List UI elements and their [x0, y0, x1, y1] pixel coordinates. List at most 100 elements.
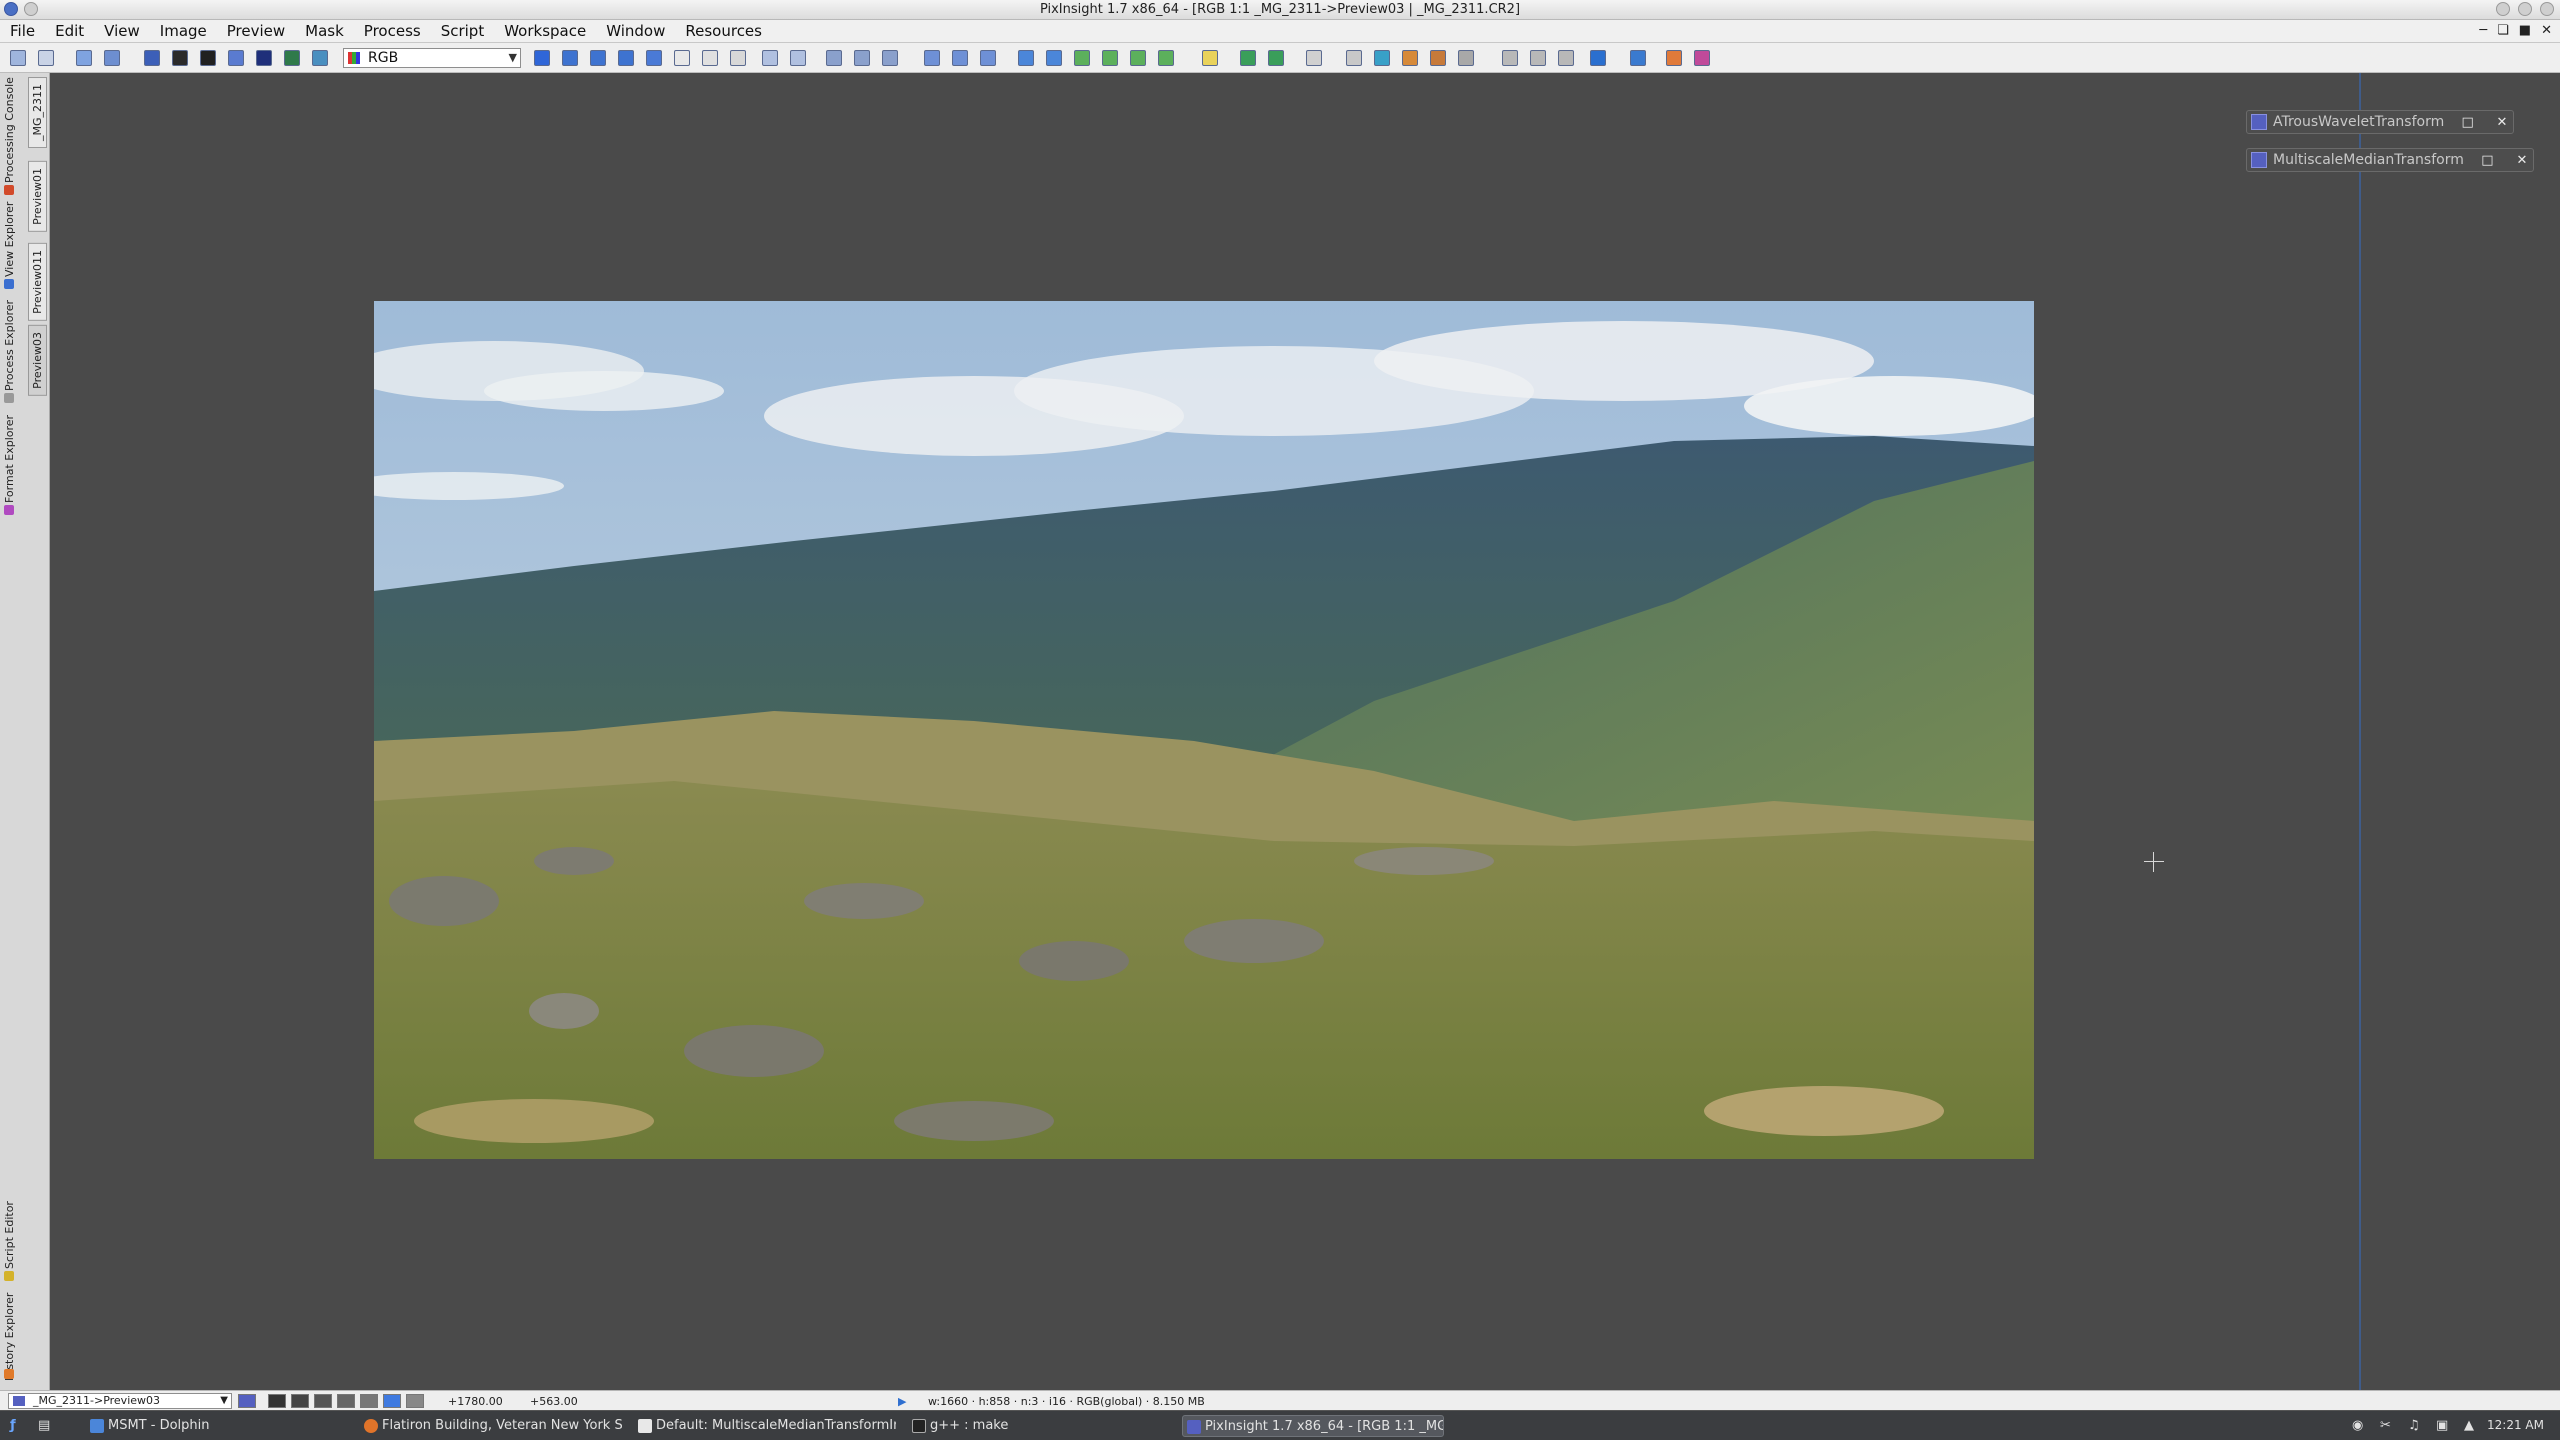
mask-invert-icon[interactable]	[854, 50, 870, 66]
image-view[interactable]	[374, 301, 2034, 1159]
tab-script-editor[interactable]: Script Editor	[3, 1193, 16, 1269]
screen-transfer-icon[interactable]	[1666, 50, 1682, 66]
readout-mode-icon[interactable]	[534, 50, 550, 66]
mask-show-icon[interactable]	[826, 50, 842, 66]
task-dolphin[interactable]: MSMT - Dolphin	[86, 1415, 346, 1437]
rotate-icon[interactable]	[1502, 50, 1518, 66]
preview-tab-preview03[interactable]: Preview03	[28, 325, 47, 396]
menu-file[interactable]: File	[0, 22, 45, 40]
mirror-h-icon[interactable]	[1530, 50, 1546, 66]
menu-edit[interactable]: Edit	[45, 22, 94, 40]
refresh-icon[interactable]	[312, 50, 328, 66]
task-pixinsight[interactable]: PixInsight 1.7 x86_64 - [RGB 1:1 _MG_	[1182, 1415, 1444, 1437]
maximize-icon[interactable]	[2518, 2, 2532, 16]
tab-view-explorer[interactable]: View Explorer	[3, 201, 16, 277]
zoom-out-icon[interactable]	[618, 50, 634, 66]
paste-icon[interactable]	[1374, 50, 1390, 66]
pan-icon[interactable]	[674, 50, 690, 66]
menu-window[interactable]: Window	[596, 22, 675, 40]
tab-processing-console[interactable]: Processing Console	[3, 77, 16, 183]
channel-blue-icon[interactable]	[337, 1394, 355, 1408]
mdi-maximize-icon[interactable]: ■	[2519, 23, 2531, 38]
menu-view[interactable]: View	[94, 22, 150, 40]
kde-menu-icon[interactable]: ƒ	[2, 1415, 28, 1437]
task-firefox[interactable]: Flatiron Building, Veteran New York Sky	[360, 1415, 622, 1437]
preview-edit-icon[interactable]	[952, 50, 968, 66]
mask-enable-icon[interactable]	[882, 50, 898, 66]
preview-delete-icon[interactable]	[980, 50, 996, 66]
process-icon-atrous[interactable]: ATrousWaveletTransform □ ✕	[2246, 110, 2514, 134]
execute-icon[interactable]	[1102, 50, 1118, 66]
preview-tab-preview011[interactable]: Preview011	[28, 243, 47, 321]
demagnify-icon[interactable]	[790, 50, 806, 66]
new-preview-icon[interactable]	[924, 50, 940, 66]
preview-tab-preview01[interactable]: Preview01	[28, 161, 47, 232]
mdi-minimize-icon[interactable]: ─	[2479, 23, 2487, 38]
next-icon[interactable]	[1240, 50, 1256, 66]
task-mmt-instance[interactable]: Default: MultiscaleMedianTransformInst	[634, 1415, 896, 1437]
magnify-icon[interactable]	[762, 50, 778, 66]
align-icon[interactable]	[1458, 50, 1474, 66]
menu-mask[interactable]: Mask	[295, 22, 354, 40]
apply-icon[interactable]	[1130, 50, 1146, 66]
screen-split-icon[interactable]	[1046, 50, 1062, 66]
statistics-icon[interactable]	[1590, 50, 1606, 66]
menu-image[interactable]: Image	[150, 22, 217, 40]
undo-icon[interactable]	[10, 50, 26, 66]
play-icon[interactable]: ▶	[898, 1395, 906, 1408]
track-icon[interactable]	[1074, 50, 1090, 66]
copy-icon[interactable]	[1346, 50, 1362, 66]
close-icon[interactable]: ✕	[2511, 153, 2533, 168]
plot-icon[interactable]	[1630, 50, 1646, 66]
zoom-fit-icon[interactable]	[562, 50, 578, 66]
new-image-icon[interactable]	[76, 50, 92, 66]
process-icon-mmt[interactable]: MultiscaleMedianTransform □ ✕	[2246, 148, 2534, 172]
channel-luminance-icon[interactable]	[383, 1394, 401, 1408]
previous-icon[interactable]	[1268, 50, 1284, 66]
restore-icon[interactable]: □	[2476, 153, 2498, 168]
restore-icon[interactable]: □	[2457, 115, 2479, 130]
network-icon[interactable]: ◉	[2348, 1415, 2372, 1437]
mirror-v-icon[interactable]	[1558, 50, 1574, 66]
mdi-close-icon[interactable]: ✕	[2541, 23, 2552, 38]
save-icon[interactable]	[172, 50, 188, 66]
clock[interactable]: 12:21 AM	[2487, 1418, 2544, 1432]
histogram-icon[interactable]	[256, 50, 272, 66]
tab-history-explorer[interactable]: History Explorer	[3, 1287, 16, 1381]
volume-icon[interactable]: ♫	[2404, 1415, 2428, 1437]
duplicate-icon[interactable]	[104, 50, 120, 66]
screen-icon[interactable]	[1018, 50, 1034, 66]
minimize-icon[interactable]	[2496, 2, 2510, 16]
star-icon[interactable]	[1202, 50, 1218, 66]
preview-tab-main[interactable]: _MG_2311	[28, 77, 47, 149]
open-icon[interactable]	[144, 50, 160, 66]
menu-preview[interactable]: Preview	[217, 22, 295, 40]
menu-process[interactable]: Process	[354, 22, 431, 40]
redo-icon[interactable]	[38, 50, 54, 66]
view-mode-icon[interactable]	[238, 1394, 256, 1408]
color-icon[interactable]	[1694, 50, 1710, 66]
tab-process-explorer[interactable]: Process Explorer	[3, 295, 16, 391]
channel-rgb-icon[interactable]	[268, 1394, 286, 1408]
close-icon[interactable]: ✕	[2491, 115, 2513, 130]
resample-icon[interactable]	[1430, 50, 1446, 66]
menu-resources[interactable]: Resources	[675, 22, 772, 40]
select-icon[interactable]	[702, 50, 718, 66]
channel-green-icon[interactable]	[314, 1394, 332, 1408]
close-icon[interactable]	[2540, 2, 2554, 16]
apply-global-icon[interactable]	[1158, 50, 1174, 66]
zoom-in-icon[interactable]	[590, 50, 606, 66]
channel-red-icon[interactable]	[291, 1394, 309, 1408]
menu-workspace[interactable]: Workspace	[494, 22, 596, 40]
crop-icon[interactable]	[1402, 50, 1418, 66]
task-terminal[interactable]: g++ : make	[908, 1415, 1170, 1437]
channel-icon[interactable]	[284, 50, 300, 66]
stf-icon[interactable]	[228, 50, 244, 66]
channel-lightness-icon[interactable]	[360, 1394, 378, 1408]
mdi-restore-icon[interactable]: ❏	[2497, 23, 2509, 38]
save-as-icon[interactable]	[200, 50, 216, 66]
desktop-pager-icon[interactable]: ▤	[30, 1415, 76, 1437]
color-mode-select[interactable]: RGB ▼	[343, 48, 521, 68]
view-selector[interactable]: _MG_2311->Preview03 ▼	[8, 1393, 232, 1409]
channel-alpha-icon[interactable]	[406, 1394, 424, 1408]
